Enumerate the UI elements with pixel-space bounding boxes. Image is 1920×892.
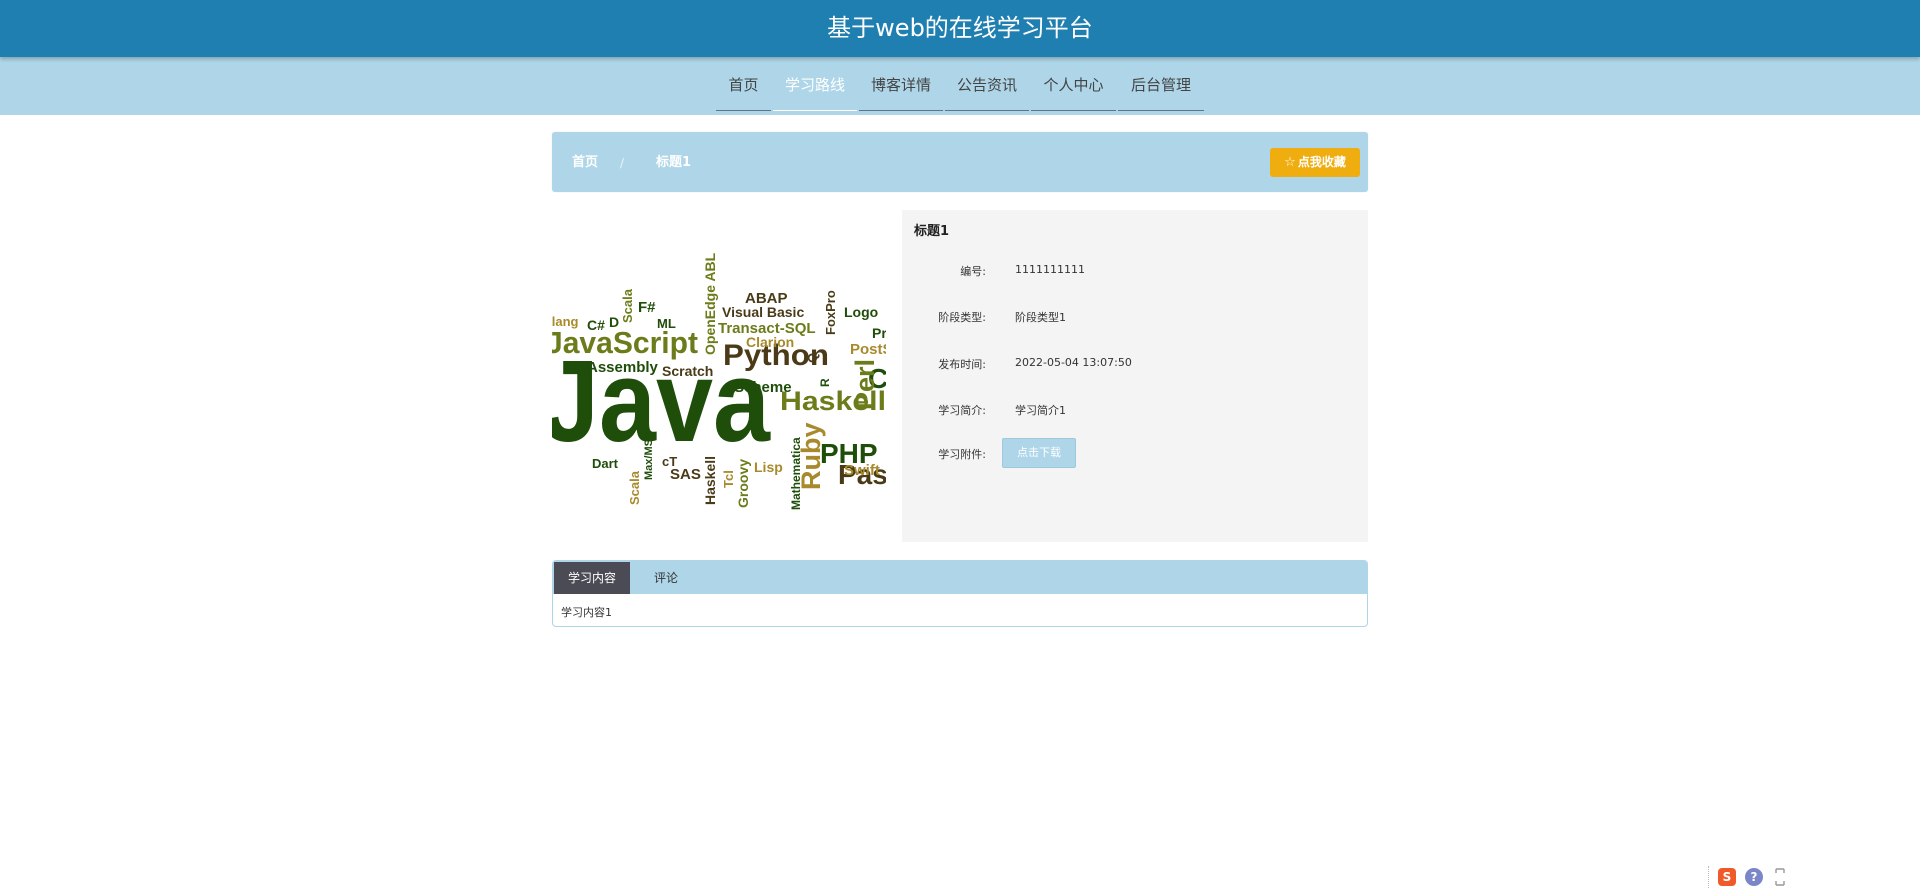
detail-panel: 标题1 编号: 1111111111 阶段类型: 阶段类型1 发布时间: 202… [902, 210, 1368, 542]
field-label-intro: 学习简介: [938, 404, 986, 417]
cloud-word: Mathematica [789, 437, 803, 510]
field-value-intro: 学习简介1 [1015, 404, 1066, 417]
cloud-word: Scratch [662, 363, 713, 379]
expand-icon[interactable] [1774, 867, 1786, 887]
cloud-word: SAS [670, 466, 701, 483]
cloud-word: Erlang [552, 314, 579, 329]
sogou-icon[interactable]: S [1718, 868, 1736, 886]
breadcrumb-home[interactable]: 首页 [572, 154, 598, 172]
cloud-word: Assembly [587, 359, 659, 376]
cloud-word: Q [805, 353, 820, 363]
cloud-word: Scala [620, 288, 635, 323]
main-nav: 首页 学习路线 博客详情 公告资讯 个人中心 后台管理 [0, 57, 1920, 115]
word-cloud: Java JavaScript Python Haskell PHP Pasca… [552, 252, 886, 510]
cloud-word: JavaScript [552, 325, 698, 360]
tray-divider [1708, 866, 1710, 888]
help-icon[interactable]: ? [1745, 868, 1763, 886]
cloud-word: Scheme [734, 379, 792, 396]
field-label-attachment: 学习附件: [938, 448, 986, 461]
cloud-word: C# [587, 317, 605, 333]
star-icon: ☆ [1284, 155, 1296, 170]
cloud-word: Lisp [754, 459, 783, 475]
cloud-word: Swift [844, 462, 880, 479]
nav-item-home[interactable]: 首页 [716, 57, 771, 111]
content-tabs: 学习内容 评论 学习内容1 [552, 560, 1368, 627]
cloud-word: Scala [627, 470, 642, 505]
tab-header: 学习内容 评论 [553, 561, 1367, 594]
cover-image: Java JavaScript Python Haskell PHP Pasca… [552, 230, 886, 520]
cloud-word: FoxPro [823, 290, 838, 335]
nav-item-blog[interactable]: 博客详情 [859, 57, 943, 111]
nav-item-news[interactable]: 公告资讯 [945, 57, 1029, 111]
favorite-label: 点我收藏 [1297, 155, 1346, 169]
tab-learning-content[interactable]: 学习内容 [554, 562, 630, 594]
cloud-word: Prolog [872, 325, 886, 341]
field-label-id: 编号: [960, 265, 986, 278]
breadcrumb: 首页 / 标题1 ☆ 点我收藏 [552, 132, 1368, 192]
breadcrumb-separator: / [620, 156, 625, 170]
cloud-word: Perl [850, 359, 880, 410]
download-button[interactable]: 点击下载 [1002, 438, 1076, 468]
field-value-id: 1111111111 [1015, 263, 1085, 276]
cloud-word: Dart [592, 456, 619, 471]
breadcrumb-current: 标题1 [656, 155, 692, 170]
nav-item-learning-path[interactable]: 学习路线 [773, 57, 857, 111]
cloud-word: Max/MSP [643, 432, 655, 480]
tab-comments[interactable]: 评论 [631, 562, 701, 594]
cloud-word: F# [638, 299, 656, 316]
cloud-word: Groovy [735, 459, 751, 508]
cloud-word: Logo [844, 304, 878, 320]
cloud-word: Haskell [702, 456, 718, 505]
field-label-published: 发布时间: [938, 358, 986, 371]
cloud-word: Clarion [746, 334, 794, 350]
field-value-stage: 阶段类型1 [1015, 311, 1066, 324]
nav-item-admin[interactable]: 后台管理 [1118, 57, 1204, 111]
field-label-stage: 阶段类型: [938, 311, 986, 324]
cloud-word: ML [657, 316, 676, 331]
cloud-word: ABAP [745, 290, 788, 307]
cloud-word: OpenEdge ABL [702, 252, 718, 355]
tab-content: 学习内容1 [561, 606, 612, 619]
cloud-word: D [609, 314, 619, 330]
cloud-word: Tcl [721, 470, 736, 488]
detail-title: 标题1 [914, 224, 950, 239]
cloud-word: PostScript [850, 341, 886, 358]
field-value-published: 2022-05-04 13:07:50 [1015, 356, 1132, 369]
favorite-button[interactable]: ☆ 点我收藏 [1270, 148, 1360, 177]
nav-item-profile[interactable]: 个人中心 [1031, 57, 1116, 111]
cloud-word: R [818, 378, 832, 387]
title-bar: 基于web的在线学习平台 [0, 0, 1920, 57]
site-title: 基于web的在线学习平台 [827, 14, 1093, 42]
